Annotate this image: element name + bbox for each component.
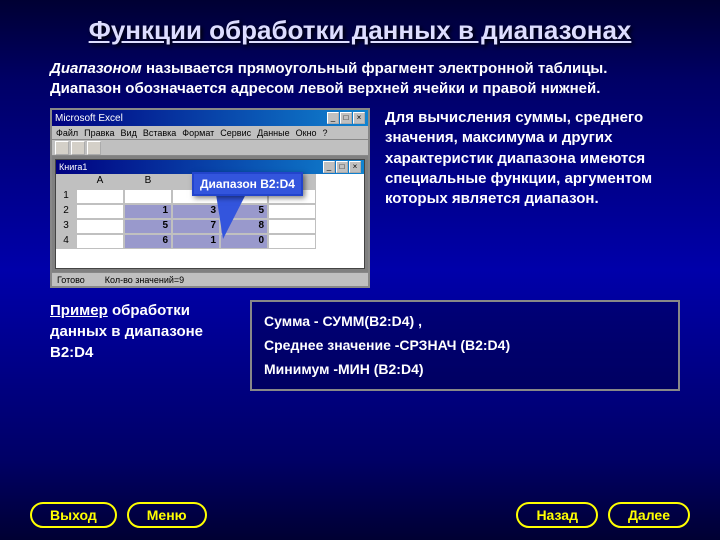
row-header[interactable]: 3 — [56, 219, 76, 234]
cell[interactable] — [268, 204, 316, 219]
menu-view[interactable]: Вид — [121, 128, 137, 138]
minimize-icon[interactable]: _ — [323, 161, 335, 173]
nav-bar: Выход Меню Назад Далее — [0, 502, 720, 528]
excel-titlebar: Microsoft Excel _ □ × — [52, 110, 368, 126]
book-window-controls: _ □ × — [323, 161, 361, 173]
exit-button[interactable]: Выход — [30, 502, 117, 528]
row-header[interactable]: 2 — [56, 204, 76, 219]
excel-menubar: Файл Правка Вид Вставка Формат Сервис Да… — [52, 126, 368, 140]
formulas-box: Сумма - СУММ(B2:D4) , Среднее значение -… — [250, 300, 680, 391]
menu-window[interactable]: Окно — [296, 128, 317, 138]
menu-format[interactable]: Формат — [182, 128, 214, 138]
cell[interactable]: 6 — [124, 234, 172, 249]
description-text: Для вычисления суммы, среднего значения,… — [385, 108, 680, 288]
menu-data[interactable]: Данные — [257, 128, 290, 138]
formula-sum: Сумма - СУММ(B2:D4) , — [264, 310, 666, 334]
cell[interactable] — [76, 219, 124, 234]
menu-tools[interactable]: Сервис — [220, 128, 251, 138]
example-label: Пример обработки данных в диапазоне B2:D… — [50, 300, 230, 363]
excel-screenshot: Microsoft Excel _ □ × Файл Правка Вид Вс… — [50, 108, 370, 288]
toolbar-btn[interactable] — [71, 141, 85, 155]
cell[interactable] — [76, 189, 124, 204]
close-icon[interactable]: × — [353, 112, 365, 124]
cell[interactable] — [124, 189, 172, 204]
row-header[interactable]: 1 — [56, 189, 76, 204]
row-header[interactable]: 4 — [56, 234, 76, 249]
menu-edit[interactable]: Правка — [84, 128, 114, 138]
status-left: Готово — [57, 275, 85, 285]
back-button[interactable]: Назад — [516, 502, 598, 528]
maximize-icon[interactable]: □ — [340, 112, 352, 124]
menu-insert[interactable]: Вставка — [143, 128, 176, 138]
cell[interactable]: 5 — [124, 219, 172, 234]
range-callout: Диапазон B2:D4 — [192, 172, 303, 196]
bottom-section: Пример обработки данных в диапазоне B2:D… — [0, 288, 720, 391]
minimize-icon[interactable]: _ — [327, 112, 339, 124]
intro-term: Диапазоном — [50, 60, 142, 77]
excel-toolbar — [52, 140, 368, 156]
menu-file[interactable]: Файл — [56, 128, 78, 138]
cell[interactable] — [268, 234, 316, 249]
status-right: Кол-во значений=9 — [105, 275, 184, 285]
menu-help[interactable]: ? — [323, 128, 328, 138]
cell[interactable] — [268, 219, 316, 234]
excel-app-title: Microsoft Excel — [55, 113, 123, 124]
page-title: Функции обработки данных в диапазонах — [0, 0, 720, 51]
toolbar-btn[interactable] — [87, 141, 101, 155]
close-icon[interactable]: × — [349, 161, 361, 173]
toolbar-btn[interactable] — [55, 141, 69, 155]
col-header[interactable]: B — [124, 174, 172, 189]
formula-avg: Среднее значение -СРЗНАЧ (B2:D4) — [264, 334, 666, 358]
excel-statusbar: Готово Кол-во значений=9 — [52, 272, 368, 286]
example-underline: Пример — [50, 302, 108, 319]
excel-workbook-area: Диапазон B2:D4 Книга1 _ □ × ABCDE1213535… — [52, 156, 368, 272]
corner-cell[interactable] — [56, 174, 76, 189]
cell[interactable] — [76, 204, 124, 219]
menu-button[interactable]: Меню — [127, 502, 207, 528]
cell[interactable] — [76, 234, 124, 249]
col-header[interactable]: A — [76, 174, 124, 189]
book-title: Книга1 — [59, 162, 87, 172]
window-controls: _ □ × — [327, 112, 365, 124]
nav-spacer — [217, 502, 507, 528]
intro-paragraph: Диапазоном называется прямоугольный фраг… — [0, 51, 720, 108]
middle-section: Microsoft Excel _ □ × Файл Правка Вид Вс… — [0, 108, 720, 288]
cell[interactable]: 1 — [124, 204, 172, 219]
next-button[interactable]: Далее — [608, 502, 690, 528]
formula-min: Минимум -МИН (B2:D4) — [264, 358, 666, 382]
maximize-icon[interactable]: □ — [336, 161, 348, 173]
